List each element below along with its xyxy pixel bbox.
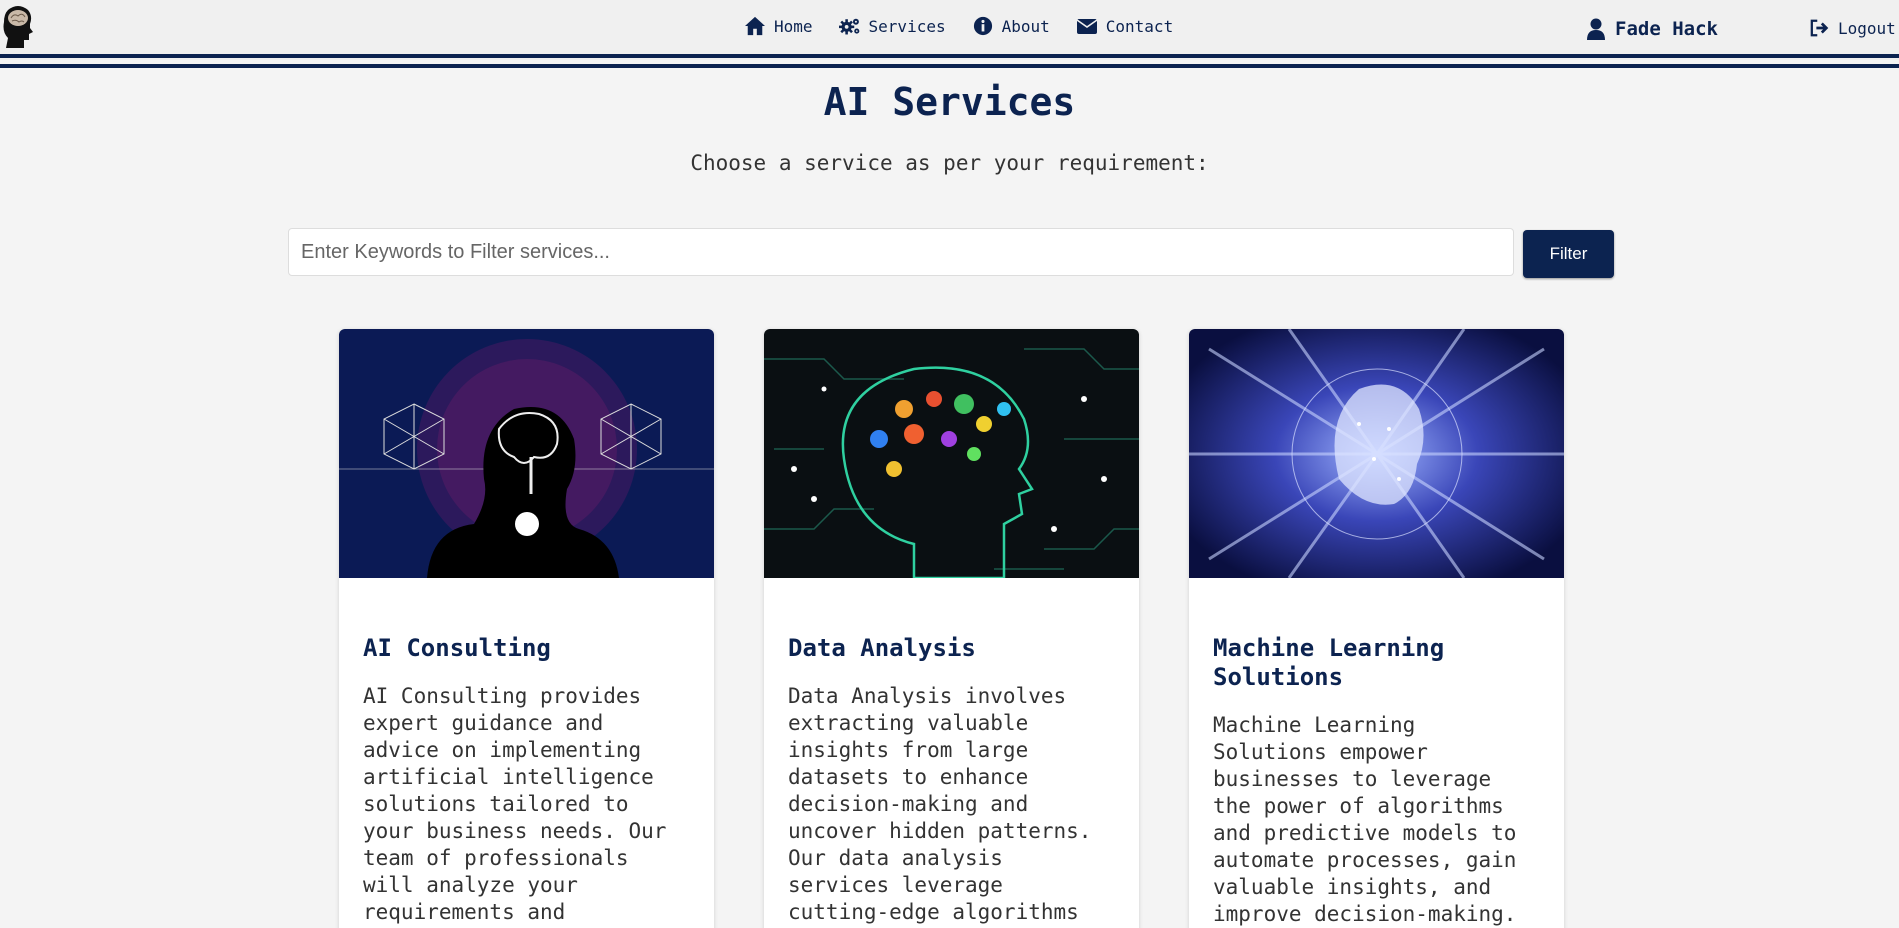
service-card-machine-learning[interactable]: Machine Learning Solutions Machine Learn… <box>1189 329 1564 928</box>
nav-item-home[interactable]: Home <box>744 16 813 36</box>
logout-button[interactable]: Logout <box>1810 18 1896 38</box>
info-icon <box>973 16 992 36</box>
machine-learning-image <box>1189 329 1564 578</box>
header-divider-gap <box>0 58 1899 60</box>
page-title: AI Services <box>823 80 1076 124</box>
service-description: Data Analysis involves extracting valuab… <box>788 684 1092 928</box>
service-card-ai-consulting[interactable]: AI Consulting AI Consulting provides exp… <box>339 329 714 928</box>
user-name: Fade Hack <box>1615 18 1718 40</box>
envelope-icon <box>1076 19 1098 34</box>
service-title: AI Consulting <box>363 634 551 662</box>
nav-item-about[interactable]: About <box>972 16 1050 36</box>
logout-label: Logout <box>1838 18 1896 38</box>
home-icon <box>745 16 765 36</box>
service-description: Machine Learning Solutions empower busin… <box>1213 713 1517 926</box>
service-title: Data Analysis <box>788 634 976 662</box>
nav-label-services: Services <box>868 16 946 36</box>
header-divider-secondary <box>0 64 1899 68</box>
page-subtitle: Choose a service as per your requirement… <box>690 151 1209 175</box>
nav-label-about: About <box>1001 16 1050 36</box>
nav-item-services[interactable]: Services <box>838 16 946 36</box>
service-card-data-analysis[interactable]: Data Analysis Data Analysis involves ext… <box>764 329 1139 928</box>
nav-label-home: Home <box>774 16 813 36</box>
brain-head-logo-icon[interactable] <box>2 4 34 48</box>
nav-item-contact[interactable]: Contact <box>1076 16 1173 36</box>
gears-icon <box>838 18 859 35</box>
ai-consulting-image <box>339 329 714 578</box>
user-icon <box>1587 18 1605 40</box>
filter-button[interactable]: Filter <box>1523 230 1614 278</box>
sign-out-icon <box>1810 19 1829 37</box>
filter-search-input[interactable] <box>288 228 1514 276</box>
main-nav: Home Services About Contact <box>744 16 1173 36</box>
service-description: AI Consulting provides expert guidance a… <box>363 684 667 928</box>
service-title: Machine Learning Solutions <box>1213 634 1445 691</box>
nav-label-contact: Contact <box>1105 16 1174 36</box>
data-analysis-image <box>764 329 1139 578</box>
user-profile[interactable]: Fade Hack <box>1587 18 1718 40</box>
